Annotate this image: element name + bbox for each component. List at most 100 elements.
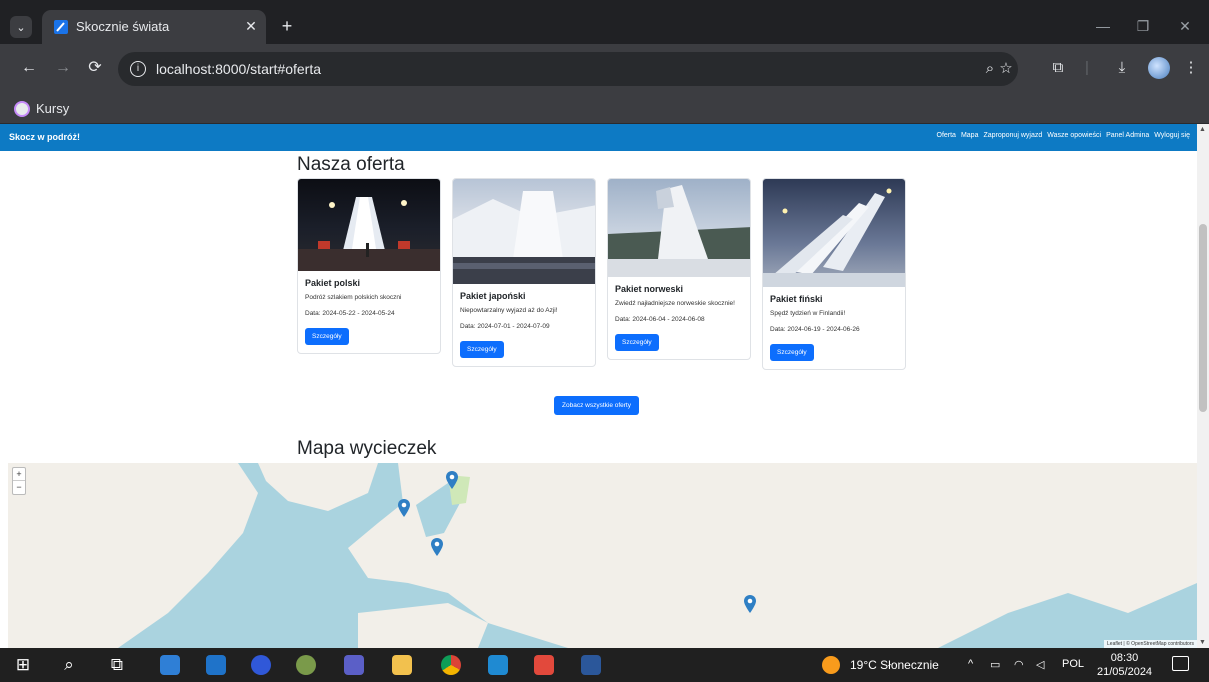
bookmarks-bar: Kursy xyxy=(0,94,1209,124)
bookmark-star-icon[interactable]: ☆ xyxy=(996,59,1016,79)
tray-chevron-icon[interactable]: ^ xyxy=(968,658,973,670)
map-tiles xyxy=(8,463,1197,648)
card-image-poland xyxy=(298,179,440,271)
browser-tab[interactable]: Skocznie świata ✕ xyxy=(42,10,266,44)
card-image-finland xyxy=(763,179,905,287)
offer-card: Pakiet norweski Zwiedź najładniejsze nor… xyxy=(607,178,751,360)
page-viewport: Skocz w podróż! Oferta Mapa Zaproponuj w… xyxy=(0,124,1209,648)
profile-avatar[interactable] xyxy=(1148,57,1170,79)
tab-title: Skocznie świata xyxy=(76,19,170,34)
nav-link-opowiesci[interactable]: Wasze opowieści xyxy=(1047,132,1101,139)
teams-icon[interactable] xyxy=(344,655,364,675)
card-title: Pakiet fiński xyxy=(770,294,823,304)
map-marker-icon[interactable] xyxy=(398,499,410,517)
close-window-icon[interactable]: ✕ xyxy=(1170,12,1200,40)
search-icon[interactable]: ⌕ xyxy=(58,654,80,676)
bookmark-favicon-icon xyxy=(14,101,30,117)
map-marker-icon[interactable] xyxy=(446,471,458,489)
notification-icon[interactable] xyxy=(1172,656,1189,671)
nav-link-panel-admina[interactable]: Panel Admina xyxy=(1106,132,1149,139)
card-text: Zwiedź najładniejsze norweskie skocznie! xyxy=(615,300,735,307)
details-button[interactable]: Szczegóły xyxy=(460,341,504,358)
wifi-icon[interactable]: ◠ xyxy=(1014,658,1024,671)
toolbar-divider: | xyxy=(1085,59,1089,76)
language-indicator[interactable]: POL xyxy=(1062,658,1084,670)
map-marker-icon[interactable] xyxy=(431,538,443,556)
scroll-down-icon[interactable]: ▼ xyxy=(1199,639,1206,646)
details-button[interactable]: Szczegóły xyxy=(305,328,349,345)
site-brand[interactable]: Skocz w podróż! xyxy=(9,132,80,142)
mail-icon[interactable] xyxy=(206,655,226,675)
card-image-japan xyxy=(453,179,595,284)
favicon-icon xyxy=(54,20,68,34)
card-title: Pakiet japoński xyxy=(460,291,526,301)
site-info-icon[interactable]: i xyxy=(130,61,146,77)
tab-strip: ⌄ Skocznie świata ✕ + — ❐ ✕ xyxy=(0,10,1209,44)
bookmark-kursy[interactable]: Kursy xyxy=(36,101,69,116)
copilot-icon[interactable] xyxy=(251,655,271,675)
file-explorer-icon[interactable] xyxy=(392,655,412,675)
tab-search-icon[interactable]: ⌄ xyxy=(10,16,32,38)
card-title: Pakiet polski xyxy=(305,278,361,288)
map-attribution[interactable]: Leaflet | © OpenStreetMap contributors xyxy=(1104,640,1197,648)
card-title: Pakiet norweski xyxy=(615,284,684,294)
offer-card: Pakiet japoński Niepowtarzalny wyjazd aż… xyxy=(452,178,596,367)
vscode-icon[interactable] xyxy=(488,655,508,675)
details-button[interactable]: Szczegóły xyxy=(615,334,659,351)
page-scrollbar[interactable]: ▲ ▼ xyxy=(1197,124,1209,648)
reload-icon[interactable]: ⟳ xyxy=(84,57,106,79)
nav-links: Oferta Mapa Zaproponuj wyjazd Wasze opow… xyxy=(937,132,1191,139)
clock-time: 08:30 xyxy=(1110,652,1139,664)
card-text: Spędź tydzień w Finlandii! xyxy=(770,310,846,317)
tab-close-icon[interactable]: ✕ xyxy=(242,17,260,35)
card-date: Data: 2024-06-04 - 2024-06-08 xyxy=(615,316,705,323)
zoom-out-button[interactable]: − xyxy=(13,481,25,494)
battery-icon[interactable]: ▭ xyxy=(990,658,1000,671)
offer-card: Pakiet fiński Spędź tydzień w Finlandii!… xyxy=(762,178,906,370)
start-icon[interactable]: ⊞ xyxy=(12,654,34,676)
download-icon[interactable]: ⤓ xyxy=(1111,57,1133,79)
nav-link-mapa[interactable]: Mapa xyxy=(961,132,979,139)
restore-icon[interactable]: ❐ xyxy=(1128,12,1158,40)
weather-text[interactable]: 19°C Słonecznie xyxy=(850,658,939,672)
zoom-in-button[interactable]: + xyxy=(13,468,25,481)
store-icon[interactable] xyxy=(160,655,180,675)
card-date: Data: 2024-07-01 - 2024-07-09 xyxy=(460,323,550,330)
xampp-icon[interactable] xyxy=(534,655,554,675)
nav-link-oferta[interactable]: Oferta xyxy=(937,132,956,139)
site-navbar: Skocz w podróż! Oferta Mapa Zaproponuj w… xyxy=(0,124,1197,151)
trips-map[interactable]: + − Leaflet | © OpenStreetMap contributo… xyxy=(8,463,1197,648)
map-marker-icon[interactable] xyxy=(744,595,756,613)
scroll-thumb[interactable] xyxy=(1199,224,1207,412)
browser-toolbar: ← → ⟳ i localhost:8000/start#oferta ⌕ ☆ … xyxy=(0,44,1209,94)
clock[interactable]: 08:30 21/05/2024 xyxy=(1097,651,1152,679)
chrome-icon[interactable] xyxy=(441,655,461,675)
windows-taskbar: ⊞ ⌕ ⧉ 19°C Słonecznie ^ ▭ ◠ ◁ POL 08:30 … xyxy=(0,648,1209,682)
forward-icon[interactable]: → xyxy=(52,57,74,79)
card-text: Niepowtarzalny wyjazd aż do Azji! xyxy=(460,307,558,314)
new-tab-icon[interactable]: + xyxy=(276,16,298,38)
menu-icon[interactable]: ⋮ xyxy=(1180,57,1202,79)
all-offers-button[interactable]: Zobacz wszystkie oferty xyxy=(554,396,639,415)
details-button[interactable]: Szczegóły xyxy=(770,344,814,361)
card-image-norway xyxy=(608,179,750,277)
back-icon[interactable]: ← xyxy=(18,57,40,79)
weather-icon[interactable] xyxy=(822,656,840,674)
nav-link-wyloguj[interactable]: Wyloguj się xyxy=(1154,132,1190,139)
extensions-icon[interactable]: ⧉ xyxy=(1047,57,1069,79)
offer-section-title: Nasza oferta xyxy=(297,154,405,175)
scroll-up-icon[interactable]: ▲ xyxy=(1199,126,1206,133)
volume-icon[interactable]: ◁ xyxy=(1036,658,1044,671)
card-date: Data: 2024-06-19 - 2024-06-26 xyxy=(770,326,860,333)
url-text: localhost:8000/start#oferta xyxy=(156,61,321,77)
zoom-control: + − xyxy=(12,467,26,495)
paint-icon[interactable] xyxy=(296,655,316,675)
clock-date: 21/05/2024 xyxy=(1097,666,1153,678)
map-section-title: Mapa wycieczek xyxy=(297,438,437,459)
offer-card: Pakiet polski Podróż szlakiem polskich s… xyxy=(297,178,441,354)
task-view-icon[interactable]: ⧉ xyxy=(106,654,128,676)
minimize-icon[interactable]: — xyxy=(1088,12,1118,40)
address-bar[interactable]: i localhost:8000/start#oferta ⌕ ☆ xyxy=(118,52,1018,86)
nav-link-zaproponuj[interactable]: Zaproponuj wyjazd xyxy=(983,132,1042,139)
word-icon[interactable] xyxy=(581,655,601,675)
